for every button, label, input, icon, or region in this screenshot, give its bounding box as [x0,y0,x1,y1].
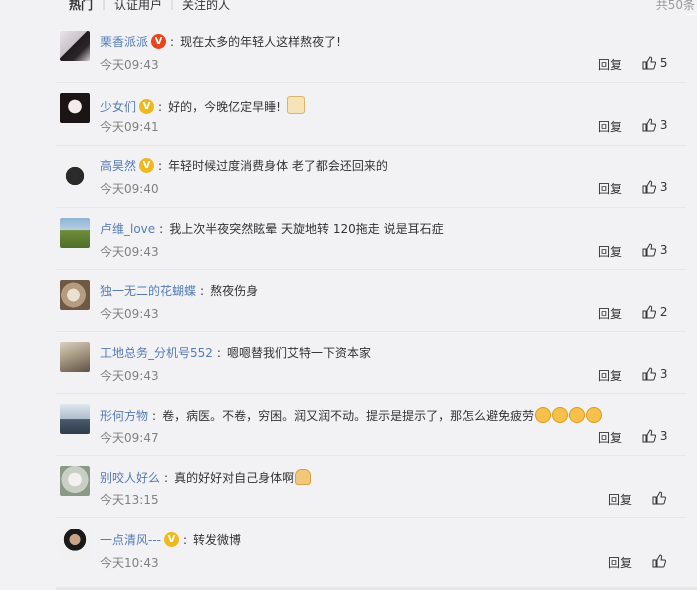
comment-text: 转发微博 [193,533,242,547]
reply-button[interactable]: 回复 [598,118,622,135]
comment-text: 我上次半夜突然眩晕 天旋地转 120拖走 说是耳石症 [169,222,444,236]
thumbs-up-icon [642,56,657,70]
comment-count: 共50条 [655,0,695,12]
avatar[interactable] [60,93,90,123]
sweat-emoji-icon [586,407,603,423]
thumbs-up-icon [652,554,667,568]
tab-hot[interactable]: 热门 [69,0,93,13]
avatar[interactable] [60,218,90,248]
comment-text: 现在太多的年轻人这样熬夜了! [180,35,341,49]
comment-time: 今天09:43 [100,307,159,321]
like-button[interactable]: 3 [642,367,667,381]
comment-username[interactable]: 一点清风--- [100,533,161,547]
like-button[interactable]: 5 [642,56,667,70]
like-button[interactable]: 3 [642,243,667,257]
like-button[interactable]: 3 [642,180,667,194]
tab-separator: | [102,0,107,10]
like-button[interactable]: 2 [642,305,667,319]
verified-badge-icon [151,34,167,49]
tab-following[interactable]: 关注的人 [182,0,230,13]
like-button[interactable]: 3 [642,429,667,443]
reply-button[interactable]: 回复 [598,180,622,197]
thumbs-up-icon [642,429,657,443]
reply-button[interactable]: 回复 [608,554,632,571]
like-count: 3 [659,243,668,257]
tab-separator: | [170,0,175,10]
verified-badge-icon [139,99,155,114]
avatar[interactable] [60,31,90,61]
comment-text: 嗯嗯替我们艾特一下资本家 [226,346,371,360]
avatar[interactable] [60,155,90,185]
comment-username[interactable]: 少女们 [100,100,136,114]
comment-text: 年轻时候过度消费身体 老了都会还回来的 [168,159,388,173]
like-count: 3 [659,367,668,381]
comment-divider [56,393,686,394]
reply-button[interactable]: 回复 [598,56,622,73]
comment-username[interactable]: 高昊然 [100,159,136,173]
avatar[interactable] [60,280,90,310]
thumbs-up-icon [642,305,657,319]
reply-button[interactable]: 回复 [598,243,622,260]
reply-button[interactable]: 回复 [598,429,622,446]
thumbs-up-icon [642,180,657,194]
like-button[interactable] [652,554,667,568]
like-count: 3 [659,180,668,194]
comment-time: 今天09:43 [100,58,159,72]
comment-time: 今天09:43 [100,245,159,259]
thumbs-up-icon [642,367,657,381]
sweat-emoji-icon [535,407,552,423]
verified-badge-icon [139,158,155,173]
comment-username[interactable]: 工地总务_分机号552 [100,346,213,360]
pray-emoji-icon [295,469,312,485]
thumbs-up-icon [652,491,667,505]
comment-time: 今天09:41 [100,120,159,134]
avatar[interactable] [60,529,90,559]
sweat-emoji-icon [569,407,586,423]
comment-time: 今天09:43 [100,369,159,383]
avatar[interactable] [60,466,90,496]
like-button[interactable] [652,491,667,505]
tab-verified-users[interactable]: 认证用户 [114,0,162,13]
comment-divider [56,82,686,83]
comment-time: 今天09:47 [100,431,159,445]
like-count: 3 [659,429,668,443]
like-count: 3 [659,118,668,132]
comment-username[interactable]: 栗香派派 [100,35,148,49]
comment-text: 好的，今晚亿定早睡! [168,100,281,114]
comment-text: 熬夜伤身 [210,284,259,298]
verified-badge-icon [164,532,179,547]
like-button[interactable]: 3 [642,118,667,132]
comment-tabs: 热门 | 认证用户 | 关注的人 共50条 [56,0,695,14]
comment-divider [56,269,686,270]
reply-button[interactable]: 回复 [598,367,622,384]
comment-divider [56,331,686,332]
comment-divider [56,517,686,518]
doge-emoji-icon [286,96,305,114]
comment-username[interactable]: 卢维_love [100,222,155,236]
thumbs-up-icon [642,118,657,132]
comment-username[interactable]: 独一无二的花蝴蝶 [100,284,196,298]
thumbs-up-icon [642,243,657,257]
comment-time: 今天13:15 [100,493,159,507]
comment-divider [56,455,686,456]
like-count: 2 [659,305,668,319]
sweat-emoji-icon [552,407,569,423]
comment-time: 今天09:40 [100,182,159,196]
comment-panel: 热门 | 认证用户 | 关注的人 共50条 栗香派派:现在太多的年轻人这样熬夜了… [56,0,695,590]
comment-text: 卷，病医。不卷，穷困。润又润不动。提示是提示了，那怎么避免疲劳 [162,409,535,423]
comment-text: 真的好好对自己身体啊 [174,471,295,485]
comment-time: 今天10:43 [100,556,159,570]
avatar[interactable] [60,404,90,434]
like-count: 5 [659,56,668,70]
comment-username[interactable]: 别咬人好么 [100,471,160,485]
avatar[interactable] [60,342,90,372]
comment-divider [56,207,686,208]
comment-divider [56,145,686,146]
comment-username[interactable]: 形何方物 [100,409,148,423]
reply-button[interactable]: 回复 [598,305,622,322]
reply-button[interactable]: 回复 [608,491,632,508]
